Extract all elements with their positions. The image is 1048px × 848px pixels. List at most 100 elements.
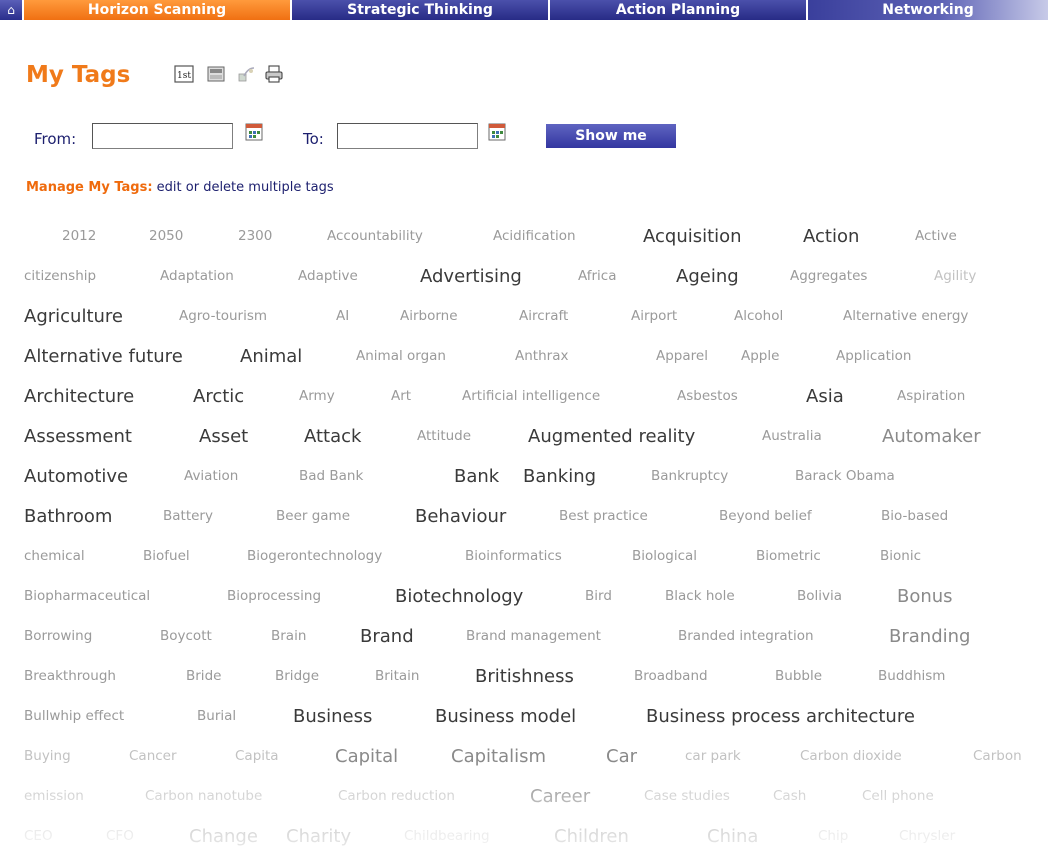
tag-item[interactable]: Airborne	[400, 309, 458, 324]
tag-item[interactable]: Biotechnology	[395, 588, 523, 606]
tag-item[interactable]: AI	[336, 309, 349, 324]
tag-item[interactable]: Asbestos	[677, 389, 738, 404]
tag-item[interactable]: Action	[803, 228, 859, 246]
tag-item[interactable]: CEO	[24, 829, 53, 844]
tag-item[interactable]: Capitalism	[451, 748, 546, 766]
tag-item[interactable]: CFO	[106, 829, 134, 844]
tag-item[interactable]: Banking	[523, 468, 596, 486]
tag-item[interactable]: Automotive	[24, 468, 128, 486]
tag-item[interactable]: Brand	[360, 628, 414, 646]
tag-item[interactable]: Apparel	[656, 349, 708, 364]
tag-item[interactable]: Agility	[934, 269, 976, 284]
tag-item[interactable]: Art	[391, 389, 411, 404]
tag-item[interactable]: Animal	[240, 348, 302, 366]
tag-item[interactable]: Bridge	[275, 669, 319, 684]
tag-item[interactable]: Airport	[631, 309, 677, 324]
tag-item[interactable]: Breakthrough	[24, 669, 116, 684]
tag-item[interactable]: Advertising	[420, 268, 522, 286]
tag-item[interactable]: Bullwhip effect	[24, 709, 124, 724]
tag-item[interactable]: Carbon dioxide	[800, 749, 902, 764]
tag-item[interactable]: Anthrax	[515, 349, 568, 364]
tag-item[interactable]: Bride	[186, 669, 221, 684]
tag-item[interactable]: Animal organ	[356, 349, 446, 364]
tag-item[interactable]: Attack	[304, 428, 361, 446]
tag-item[interactable]: Agriculture	[24, 308, 123, 326]
tag-item[interactable]: Biological	[632, 549, 697, 564]
tag-item[interactable]: Buddhism	[878, 669, 945, 684]
tag-item[interactable]: Borrowing	[24, 629, 92, 644]
tag-item[interactable]: Britain	[375, 669, 419, 684]
tag-item[interactable]: Architecture	[24, 388, 134, 406]
tag-item[interactable]: Bonus	[897, 588, 953, 606]
tag-item[interactable]: Business process architecture	[646, 708, 915, 726]
tag-item[interactable]: Bank	[454, 468, 499, 486]
tag-item[interactable]: Buying	[24, 749, 71, 764]
tag-item[interactable]: Biopharmaceutical	[24, 589, 150, 604]
tag-item[interactable]: Active	[915, 229, 957, 244]
tag-item[interactable]: Bankruptcy	[651, 469, 728, 484]
tag-item[interactable]: Brain	[271, 629, 306, 644]
tag-item[interactable]: Aviation	[184, 469, 238, 484]
tag-item[interactable]: Bioinformatics	[465, 549, 562, 564]
tag-item[interactable]: Brand management	[466, 629, 601, 644]
tag-item[interactable]: Childbearing	[404, 829, 490, 844]
tag-item[interactable]: car park	[685, 749, 741, 764]
tag-item[interactable]: Carbon nanotube	[145, 789, 262, 804]
tag-item[interactable]: Biogerontechnology	[247, 549, 382, 564]
tag-item[interactable]: Britishness	[475, 668, 574, 686]
tag-item[interactable]: citizenship	[24, 269, 96, 284]
tag-item[interactable]: Business model	[435, 708, 576, 726]
tag-item[interactable]: Bioprocessing	[227, 589, 321, 604]
tag-item[interactable]: Carbon	[973, 749, 1022, 764]
tag-item[interactable]: Aggregates	[790, 269, 867, 284]
tag-item[interactable]: Apple	[741, 349, 779, 364]
tag-item[interactable]: Acidification	[493, 229, 576, 244]
tag-item[interactable]: Capita	[235, 749, 279, 764]
tag-item[interactable]: Assessment	[24, 428, 132, 446]
tag-item[interactable]: Cancer	[129, 749, 177, 764]
tag-item[interactable]: Ageing	[676, 268, 739, 286]
tag-item[interactable]: Alternative future	[24, 348, 183, 366]
tag-item[interactable]: Black hole	[665, 589, 735, 604]
tag-item[interactable]: Alcohol	[734, 309, 783, 324]
tag-item[interactable]: Bird	[585, 589, 612, 604]
tag-item[interactable]: Branded integration	[678, 629, 814, 644]
tag-item[interactable]: Cash	[773, 789, 806, 804]
tag-item[interactable]: Bathroom	[24, 508, 112, 526]
tag-item[interactable]: Acquisition	[643, 228, 742, 246]
tag-item[interactable]: Alternative energy	[843, 309, 968, 324]
tag-item[interactable]: 2012	[62, 229, 96, 244]
tag-item[interactable]: Charity	[286, 828, 351, 846]
tag-item[interactable]: Automaker	[882, 428, 981, 446]
tag-item[interactable]: Beyond belief	[719, 509, 812, 524]
tag-item[interactable]: Artificial intelligence	[462, 389, 600, 404]
tag-item[interactable]: Boycott	[160, 629, 212, 644]
tag-item[interactable]: Bubble	[775, 669, 822, 684]
tag-item[interactable]: Australia	[762, 429, 822, 444]
tag-item[interactable]: Bio-based	[881, 509, 948, 524]
tag-item[interactable]: Burial	[197, 709, 236, 724]
tag-item[interactable]: Beer game	[276, 509, 350, 524]
tag-item[interactable]: Biofuel	[143, 549, 190, 564]
tag-item[interactable]: 2300	[238, 229, 272, 244]
tag-item[interactable]: Cell phone	[862, 789, 934, 804]
tag-item[interactable]: Behaviour	[415, 508, 506, 526]
tag-item[interactable]: Africa	[578, 269, 617, 284]
tag-item[interactable]: Career	[530, 788, 590, 806]
tag-item[interactable]: Branding	[889, 628, 970, 646]
tag-item[interactable]: Carbon reduction	[338, 789, 455, 804]
tag-item[interactable]: Capital	[335, 748, 398, 766]
tag-item[interactable]: Biometric	[756, 549, 821, 564]
tag-item[interactable]: Adaptive	[298, 269, 358, 284]
tag-item[interactable]: emission	[24, 789, 84, 804]
tag-item[interactable]: Bad Bank	[299, 469, 363, 484]
tag-item[interactable]: Business	[293, 708, 372, 726]
tag-item[interactable]: 2050	[149, 229, 183, 244]
tag-item[interactable]: Aircraft	[519, 309, 568, 324]
tag-item[interactable]: Bionic	[880, 549, 921, 564]
tag-item[interactable]: Attitude	[417, 429, 471, 444]
tag-item[interactable]: Broadband	[634, 669, 708, 684]
tag-item[interactable]: Car	[606, 748, 637, 766]
tag-item[interactable]: chemical	[24, 549, 85, 564]
tag-item[interactable]: Bolivia	[797, 589, 842, 604]
